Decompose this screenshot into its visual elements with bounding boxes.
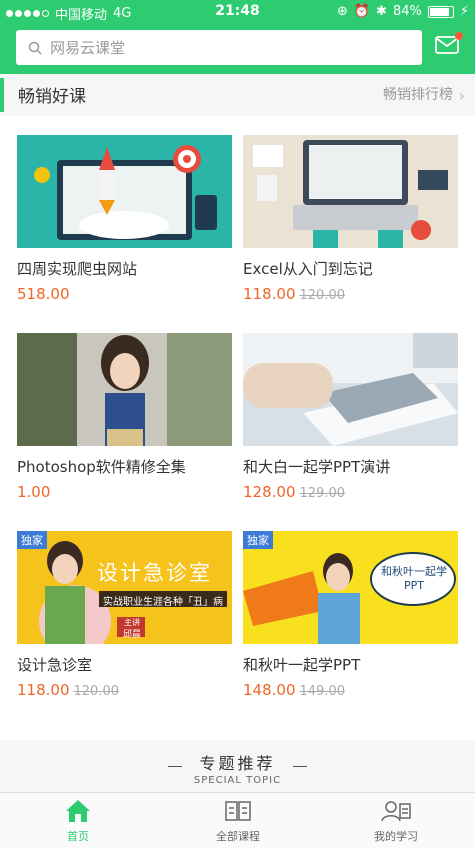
course-title: 和大白一起学PPT演讲 [243, 458, 391, 476]
course-thumbnail[interactable]: 独家 设计急诊室 实战职业生涯各种「丑」病 主讲 邱晨 [17, 531, 232, 644]
charging-icon: ⚡ [459, 4, 469, 19]
tab-bar: 首页 全部课程 我的学习 [0, 792, 475, 848]
tab-label: 全部课程 [216, 830, 260, 843]
special-topic-subtitle: SPECIAL TOPIC [193, 775, 282, 786]
course-card[interactable]: 独家 和秋叶一起学PPT 和秋叶一起学PPT 148.00 149.00 [243, 531, 458, 699]
course-original-price: 149.00 [299, 684, 346, 699]
special-topic-section: 专题推荐 SPECIAL TOPIC [0, 740, 475, 792]
tab-label: 我的学习 [374, 830, 418, 843]
special-topic-title: 专题推荐 [199, 754, 276, 773]
banner-title: 和秋叶一起学PPT [381, 565, 447, 592]
course-original-price: 120.00 [299, 288, 346, 303]
bestseller-section-header: 畅销好课 畅销排行榜 › [0, 74, 475, 116]
tab-my-study[interactable]: 我的学习 [336, 799, 456, 844]
home-icon [66, 800, 90, 822]
my-study-icon [381, 801, 411, 822]
battery-icon [427, 5, 454, 18]
course-price: 118.00 [243, 285, 296, 303]
course-thumbnail[interactable] [17, 135, 232, 248]
tab-home[interactable]: 首页 [18, 799, 138, 844]
course-thumbnail[interactable] [243, 333, 458, 446]
battery-percent: 84% [392, 4, 422, 19]
course-price: 128.00 [243, 483, 296, 501]
alarm-icon: ⏰ [353, 4, 371, 19]
header: 网易云课堂 [0, 24, 475, 74]
course-price: 1.00 [17, 483, 51, 501]
course-card[interactable]: 独家 设计急诊室 实战职业生涯各种「丑」病 主讲 邱晨 设计急诊室 118.00… [17, 531, 232, 699]
exclusive-badge: 独家 [243, 531, 273, 549]
search-input[interactable]: 网易云课堂 [16, 30, 422, 65]
course-card[interactable]: Photoshop软件精修全集 1.00 [17, 333, 232, 501]
mail-button[interactable] [435, 32, 463, 54]
course-price: 118.00 [17, 681, 70, 699]
course-price: 518.00 [17, 285, 70, 303]
course-card[interactable]: 和大白一起学PPT演讲 128.00 129.00 [243, 333, 458, 501]
course-price: 148.00 [243, 681, 296, 699]
course-title: 和秋叶一起学PPT [243, 656, 361, 674]
tab-all-courses[interactable]: 全部课程 [178, 799, 298, 844]
course-thumbnail[interactable]: 独家 和秋叶一起学PPT [243, 531, 458, 644]
course-title: Photoshop软件精修全集 [17, 458, 186, 476]
course-original-price: 129.00 [299, 486, 346, 501]
host-name: 邱晨 [122, 630, 141, 640]
banner-subtitle: 实战职业生涯各种「丑」病 [103, 597, 223, 608]
search-placeholder: 网易云课堂 [50, 39, 126, 57]
bestseller-ranking-link[interactable]: 畅销排行榜 [383, 84, 453, 104]
status-bar: 中国移动 4G 21:48 ⊕ ⏰ ✱ 84% ⚡ [0, 0, 475, 24]
banner-title: 设计急诊室 [97, 561, 212, 585]
orientation-lock-icon: ⊕ [336, 4, 348, 19]
course-card[interactable]: Excel从入门到忘记 118.00 120.00 [243, 135, 458, 303]
course-thumbnail[interactable] [243, 135, 458, 248]
course-card[interactable]: 四周实现爬虫网站 518.00 [17, 135, 232, 303]
section-title: 畅销好课 [18, 87, 86, 107]
course-original-price: 120.00 [73, 684, 120, 699]
course-title: 四周实现爬虫网站 [17, 260, 138, 278]
course-title: Excel从入门到忘记 [243, 260, 373, 278]
bluetooth-icon: ✱ [376, 4, 387, 19]
chevron-right-icon[interactable]: › [459, 86, 465, 105]
notification-badge [455, 32, 463, 40]
tab-label: 首页 [67, 830, 89, 843]
course-thumbnail[interactable] [17, 333, 232, 446]
courses-icon [225, 801, 251, 821]
exclusive-badge: 独家 [17, 531, 47, 549]
course-title: 设计急诊室 [17, 656, 93, 674]
search-icon [28, 41, 42, 55]
